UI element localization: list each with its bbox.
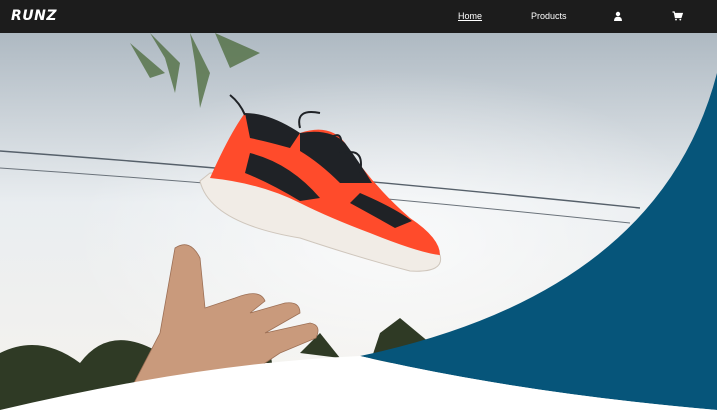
landing-page: RUNZ Home Products (0, 0, 717, 410)
shopping-cart-icon[interactable] (671, 10, 683, 22)
nav-products-link[interactable]: Products (531, 11, 567, 21)
site-header: RUNZ Home Products (0, 0, 717, 33)
user-icon[interactable] (612, 10, 624, 22)
hero-banner (0, 33, 717, 410)
nav-home-link[interactable]: Home (458, 11, 482, 21)
brand-logo[interactable]: RUNZ (11, 8, 57, 24)
hero-sneaker-image (0, 33, 717, 410)
